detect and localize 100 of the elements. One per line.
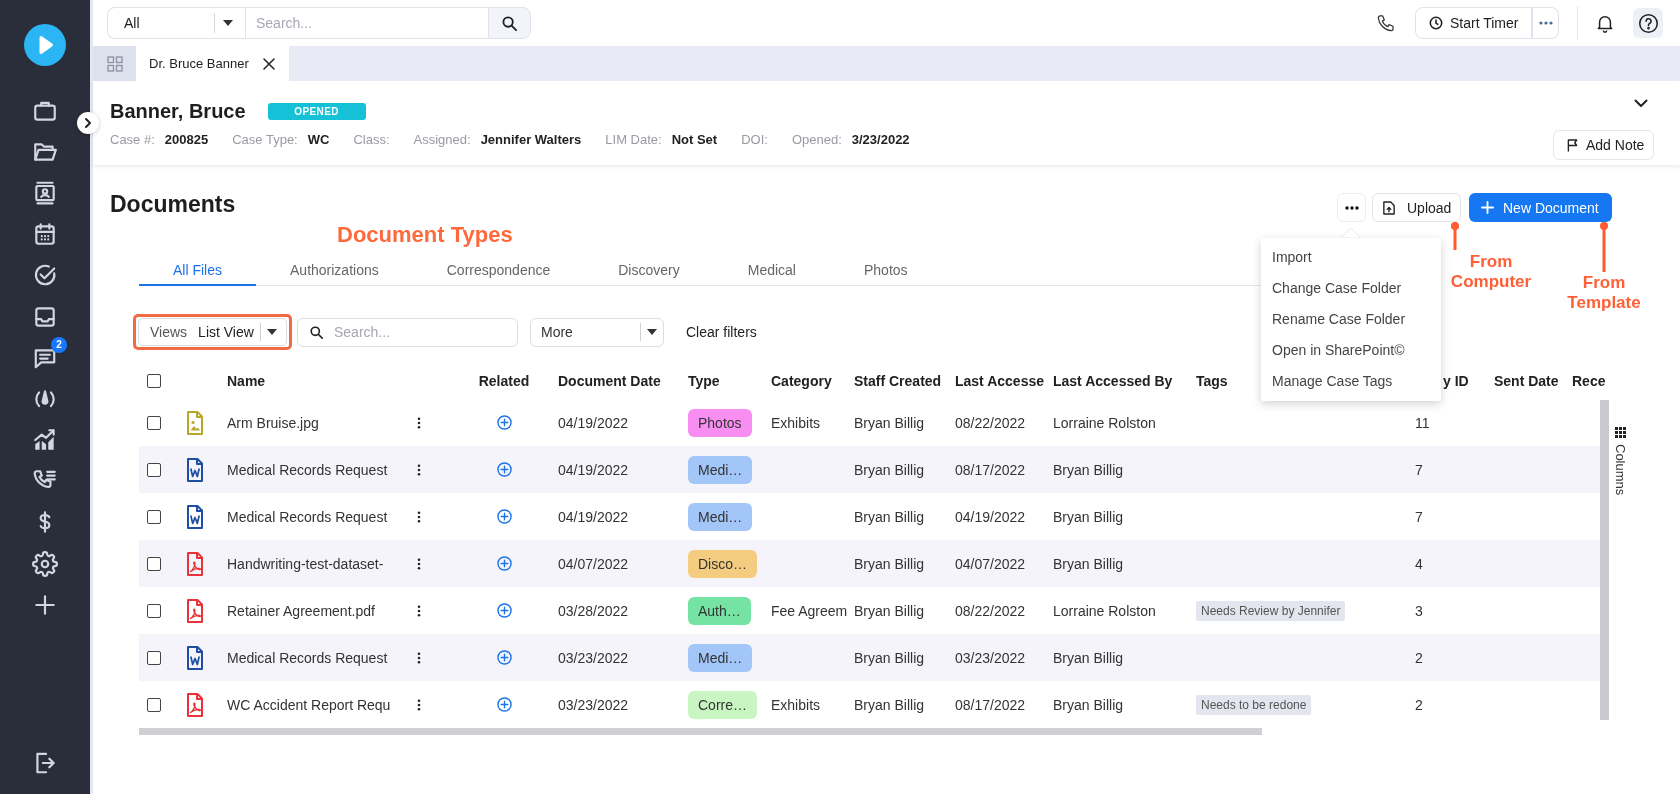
status-badge: OPENED [267,102,366,120]
kebab-icon[interactable] [417,463,421,476]
kebab-icon[interactable] [417,651,421,664]
column-header[interactable]: Last Accessed By [1053,372,1173,389]
kebab-icon[interactable] [417,416,421,429]
tag: Needs Review by Jennifer [1196,600,1346,621]
plus-circle-icon[interactable] [496,650,512,665]
column-header[interactable]: y ID [1443,372,1469,389]
table-cell: 3 [1415,602,1423,619]
start-timer-button[interactable]: Start Timer [1415,7,1532,39]
views-dropdown[interactable]: Views List View [138,318,287,346]
more-icon [1538,21,1553,25]
search-field[interactable]: Search... [297,317,518,347]
vertical-scrollbar[interactable] [1600,400,1609,720]
row-checkbox[interactable] [147,697,161,712]
more-icon [1344,205,1359,210]
new-document-button[interactable]: New Document [1469,193,1612,222]
annotation-text: From Template [1567,273,1641,313]
more-select[interactable]: More [530,317,664,347]
settings-icon[interactable] [32,550,58,577]
pdf-file-icon [186,692,204,717]
kebab-icon[interactable] [417,604,421,617]
table-cell: Bryan Billig [854,602,925,619]
calendar-icon[interactable] [32,221,58,248]
upload-button[interactable]: Upload [1372,193,1461,222]
file-name[interactable]: Arm Bruise.jpg [227,414,319,431]
column-header[interactable]: Tags [1196,372,1228,389]
word-file-icon [186,457,204,482]
phone-icon[interactable] [1376,13,1395,33]
column-header[interactable]: Related [478,372,530,389]
grid-icon[interactable] [1615,427,1626,438]
field-value: WC [307,131,330,149]
search-field[interactable]: Search... [245,7,488,39]
column-header[interactable]: Document Date [558,372,661,389]
contact-card-icon[interactable] [32,179,58,206]
file-name[interactable]: Medical Records Request [227,461,388,478]
record-tab[interactable]: Dr. Bruce Banner [136,46,289,81]
column-header[interactable]: Name [227,372,266,389]
selected-view: List View [198,324,254,340]
plus-circle-icon[interactable] [496,462,512,477]
table-cell: 2 [1415,649,1423,666]
help-button[interactable] [1633,8,1663,38]
horizontal-scrollbar[interactable] [139,728,1262,735]
kebab-icon[interactable] [417,698,421,711]
tab[interactable]: Photos [829,252,942,286]
plus-circle-icon[interactable] [496,697,512,712]
kebab-icon[interactable] [417,510,421,523]
menu-item[interactable]: Open in SharePoint© [1261,335,1441,366]
file-name[interactable]: WC Accident Report Requ [227,696,391,713]
row-checkbox[interactable] [147,603,161,618]
chevron-down-icon[interactable] [1634,99,1648,108]
scope-select[interactable]: All [107,7,245,39]
plus-circle-icon[interactable] [496,509,512,524]
table-cell: Bryan Billig [1053,649,1124,666]
menu-item[interactable]: Manage Case Tags [1261,366,1441,397]
table-cell: 04/19/2022 [955,508,1026,525]
play-logo-icon[interactable] [24,24,66,66]
row-checkbox[interactable] [147,415,161,430]
type-tag: Medi… [688,502,753,531]
bell-icon[interactable] [1595,13,1615,33]
menu-item[interactable]: Import [1261,242,1441,273]
plus-circle-icon[interactable] [496,603,512,618]
column-header[interactable]: Staff Created [854,372,942,389]
column-header[interactable]: Category [771,372,832,389]
kebab-icon[interactable] [417,557,421,570]
table-cell: Lorraine Rolston [1053,414,1156,431]
more-actions-button[interactable] [1337,193,1366,222]
tab[interactable]: Medical [713,252,830,286]
plus-circle-icon[interactable] [496,556,512,571]
select-all-checkbox[interactable] [147,373,161,388]
file-name[interactable]: Retainer Agreement.pdf [227,602,375,619]
table-cell: 04/19/2022 [558,414,629,431]
field-label: Case #: [110,131,155,149]
row-checkbox[interactable] [147,556,161,571]
file-name[interactable]: Medical Records Request [227,508,388,525]
row-checkbox[interactable] [147,650,161,665]
file-name[interactable]: Medical Records Request [227,649,388,666]
search-button[interactable] [488,7,531,39]
tab[interactable]: Discovery [584,252,714,286]
column-header[interactable]: Sent Date [1494,372,1559,389]
menu-item[interactable]: Rename Case Folder [1261,304,1441,335]
file-name[interactable]: Handwriting-test-dataset- [227,555,384,572]
columns-panel-toggle[interactable]: Columns [1613,444,1628,496]
case-name: Banner, Bruce [110,99,246,123]
row-checkbox[interactable] [147,462,161,477]
tab[interactable]: Authorizations [256,252,413,286]
column-header[interactable]: Type [688,372,720,389]
clear-filters-button[interactable]: Clear filters [686,324,757,340]
search-icon [502,15,517,31]
close-icon[interactable] [263,57,275,70]
row-checkbox[interactable] [147,509,161,524]
menu-item[interactable]: Change Case Folder [1261,273,1441,304]
grid-icon [106,55,123,72]
tab[interactable]: Correspondence [412,252,585,286]
field-label: Opened: [791,131,842,149]
tab[interactable]: All Files [139,252,256,286]
add-note-button[interactable]: Add Note [1553,130,1654,160]
plus-circle-icon[interactable] [496,415,512,430]
column-header[interactable]: Rece [1572,372,1606,389]
column-header[interactable]: Last Accesse [955,372,1044,389]
